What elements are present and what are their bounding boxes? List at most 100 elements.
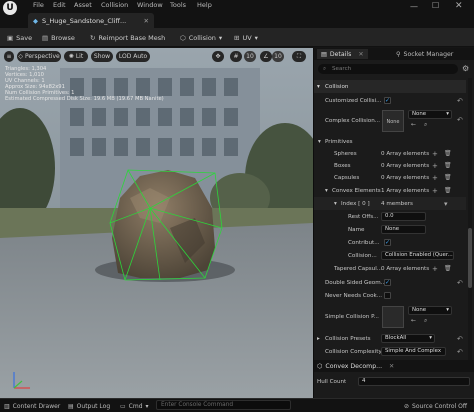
reset-icon[interactable]: ↶ bbox=[457, 348, 463, 356]
search-asset-icon[interactable]: ⌕ bbox=[424, 317, 427, 325]
customized-collision-checkbox[interactable]: ✓ bbox=[384, 97, 391, 104]
search-asset-icon[interactable]: ⌕ bbox=[424, 121, 427, 129]
add-icon[interactable]: + bbox=[432, 174, 438, 182]
prop-convex-elements[interactable]: ▾ Convex Elements 1 Array elements + 🗑 bbox=[314, 184, 466, 197]
perspective-button[interactable]: ◇ Perspective bbox=[17, 51, 61, 62]
details-icon: ▤ bbox=[321, 50, 327, 58]
rotation-snap-icon[interactable]: ∠ bbox=[260, 51, 272, 62]
unreal-logo-icon[interactable]: U bbox=[3, 1, 17, 15]
menu-help[interactable]: Help bbox=[197, 1, 212, 9]
delete-icon[interactable]: 🗑 bbox=[444, 187, 452, 194]
reimport-icon: ↻ bbox=[90, 33, 96, 42]
tab-close-icon[interactable]: ✕ bbox=[389, 363, 394, 370]
source-control-button[interactable]: ⊘ Source Control Off bbox=[404, 401, 467, 411]
add-icon[interactable]: + bbox=[432, 187, 438, 195]
close-icon[interactable]: ✕ bbox=[455, 1, 463, 11]
section-collision[interactable]: ▾ Collision bbox=[314, 80, 466, 93]
double-sided-checkbox[interactable]: ✓ bbox=[384, 279, 391, 286]
add-icon[interactable]: + bbox=[432, 150, 438, 158]
lit-icon: ✺ bbox=[68, 53, 74, 60]
menu-window[interactable]: Window bbox=[137, 1, 163, 9]
tab-close-icon[interactable]: ✕ bbox=[144, 17, 149, 25]
grid-snap-value[interactable]: 10 bbox=[244, 51, 256, 62]
viewport-menu-icon[interactable]: ≡ bbox=[4, 51, 14, 62]
cmd-dropdown[interactable]: ▭ Cmd ▾ bbox=[120, 401, 149, 411]
reset-icon[interactable]: ↶ bbox=[457, 335, 463, 343]
delete-icon[interactable]: 🗑 bbox=[444, 162, 452, 169]
reset-icon[interactable]: ↶ bbox=[457, 97, 463, 105]
prop-complex-collision: Complex Collision... None None ▾ ← ⌕ ↶ bbox=[314, 108, 466, 134]
menu-collision[interactable]: Collision bbox=[101, 1, 128, 9]
console-input[interactable]: Enter Console Command bbox=[156, 400, 291, 410]
tab-convex-decomposition[interactable]: ⬡ Convex Decomp... ✕ bbox=[314, 360, 474, 372]
rotation-snap-value[interactable]: 10 bbox=[272, 51, 284, 62]
maximize-viewport-icon[interactable]: ⛶ bbox=[292, 51, 306, 62]
collision-dropdown[interactable]: ⬡ Collision ▾ bbox=[180, 31, 222, 44]
material-thumbnail[interactable] bbox=[382, 306, 404, 328]
hull-count-input[interactable]: 4 bbox=[358, 377, 470, 386]
output-log-button[interactable]: ▤ Output Log bbox=[68, 401, 110, 411]
browse-button[interactable]: ▤ Browse bbox=[42, 31, 75, 44]
menu-edit[interactable]: Edit bbox=[53, 1, 66, 9]
viewport[interactable]: ≡ ◇ Perspective ✺ Lit Show LOD Auto ✥ # 10… bbox=[0, 48, 313, 398]
add-icon[interactable]: + bbox=[432, 265, 438, 273]
prop-capsules: Capsules 0 Array elements + 🗑 bbox=[314, 171, 466, 184]
add-icon[interactable]: + bbox=[432, 162, 438, 170]
uv-dropdown[interactable]: ⊞ UV ▾ bbox=[234, 31, 258, 44]
rest-offset-input[interactable]: 0.0 bbox=[381, 212, 426, 221]
lit-button[interactable]: ✺ Lit bbox=[64, 51, 88, 62]
grid-snap-icon[interactable]: # bbox=[230, 51, 242, 62]
collision-label: Collision bbox=[188, 33, 216, 42]
reimport-button[interactable]: ↻ Reimport Base Mesh bbox=[90, 31, 165, 44]
collision-presets-select[interactable]: BlockAll ▾ bbox=[381, 334, 435, 343]
move-tool-icon[interactable]: ✥ bbox=[212, 51, 224, 62]
maximize-icon[interactable]: ☐ bbox=[432, 1, 439, 10]
lod-button[interactable]: LOD Auto bbox=[116, 51, 150, 62]
contribute-checkbox[interactable]: ✓ bbox=[384, 239, 391, 246]
menu-file[interactable]: File bbox=[33, 1, 44, 9]
never-needs-checkbox[interactable] bbox=[384, 292, 391, 299]
search-placeholder: Search bbox=[332, 66, 352, 72]
search-icon: ⌕ bbox=[323, 66, 327, 72]
browse-icon[interactable]: ← bbox=[411, 121, 416, 128]
settings-icon[interactable]: ⚙ bbox=[462, 64, 469, 73]
delete-icon[interactable]: 🗑 bbox=[444, 150, 452, 157]
mesh-thumbnail[interactable]: None bbox=[382, 110, 404, 132]
scrollbar[interactable] bbox=[468, 78, 472, 360]
tab-socket-manager[interactable]: ⚲ Socket Manager bbox=[396, 49, 453, 59]
reset-icon[interactable]: ↶ bbox=[457, 116, 463, 124]
delete-icon[interactable]: 🗑 bbox=[444, 265, 452, 272]
complex-collision-select[interactable]: None ▾ bbox=[408, 110, 452, 119]
prop-value: 0 Array elements bbox=[381, 265, 430, 272]
search-input[interactable]: ⌕ Search bbox=[318, 64, 458, 74]
console-placeholder: Enter Console Command bbox=[161, 402, 234, 408]
menu-asset[interactable]: Asset bbox=[74, 1, 92, 9]
physical-material-select[interactable]: None ▾ bbox=[408, 306, 452, 315]
cmd-icon: ▭ bbox=[120, 402, 126, 410]
content-drawer-button[interactable]: ▥ Content Drawer bbox=[4, 401, 60, 411]
tab-close-icon[interactable]: ✕ bbox=[358, 51, 363, 58]
prop-label: Name bbox=[348, 226, 365, 233]
browse-icon[interactable]: ← bbox=[411, 317, 416, 324]
scrollbar-thumb[interactable] bbox=[468, 228, 472, 288]
prop-index-0[interactable]: ▾ Index [ 0 ] 4 members ▾ bbox=[314, 197, 466, 210]
lit-label: Lit bbox=[75, 53, 84, 60]
prop-tapered-capsules: Tapered Capsul... 0 Array elements + 🗑 bbox=[314, 262, 466, 275]
asset-tab[interactable]: ◆ S_Huge_Sandstone_Cliff... ✕ bbox=[28, 13, 154, 28]
minimize-icon[interactable]: — bbox=[410, 2, 418, 11]
show-button[interactable]: Show bbox=[91, 51, 113, 62]
tab-details[interactable]: ▤ Details ✕ bbox=[317, 49, 368, 59]
delete-icon[interactable]: 🗑 bbox=[444, 174, 452, 181]
chevron-down-icon[interactable]: ▾ bbox=[444, 200, 448, 208]
reset-icon[interactable]: ↶ bbox=[457, 279, 463, 287]
name-input[interactable]: None bbox=[381, 225, 426, 234]
prop-customized-collision: Customized Collisi... ✓ ↶ bbox=[314, 94, 466, 107]
output-log-label: Output Log bbox=[76, 402, 111, 410]
chevron-down-icon: ▾ bbox=[254, 33, 258, 42]
menu-tools[interactable]: Tools bbox=[170, 1, 186, 9]
uv-label: UV bbox=[242, 33, 252, 42]
save-button[interactable]: ▣ Save bbox=[7, 31, 32, 44]
collision-complexity-select[interactable]: Simple And Complex▾ bbox=[381, 347, 446, 356]
collision-enabled-select[interactable]: Collision Enabled (Quer... bbox=[381, 251, 454, 260]
prop-label: Never Needs Cook... bbox=[325, 292, 383, 299]
